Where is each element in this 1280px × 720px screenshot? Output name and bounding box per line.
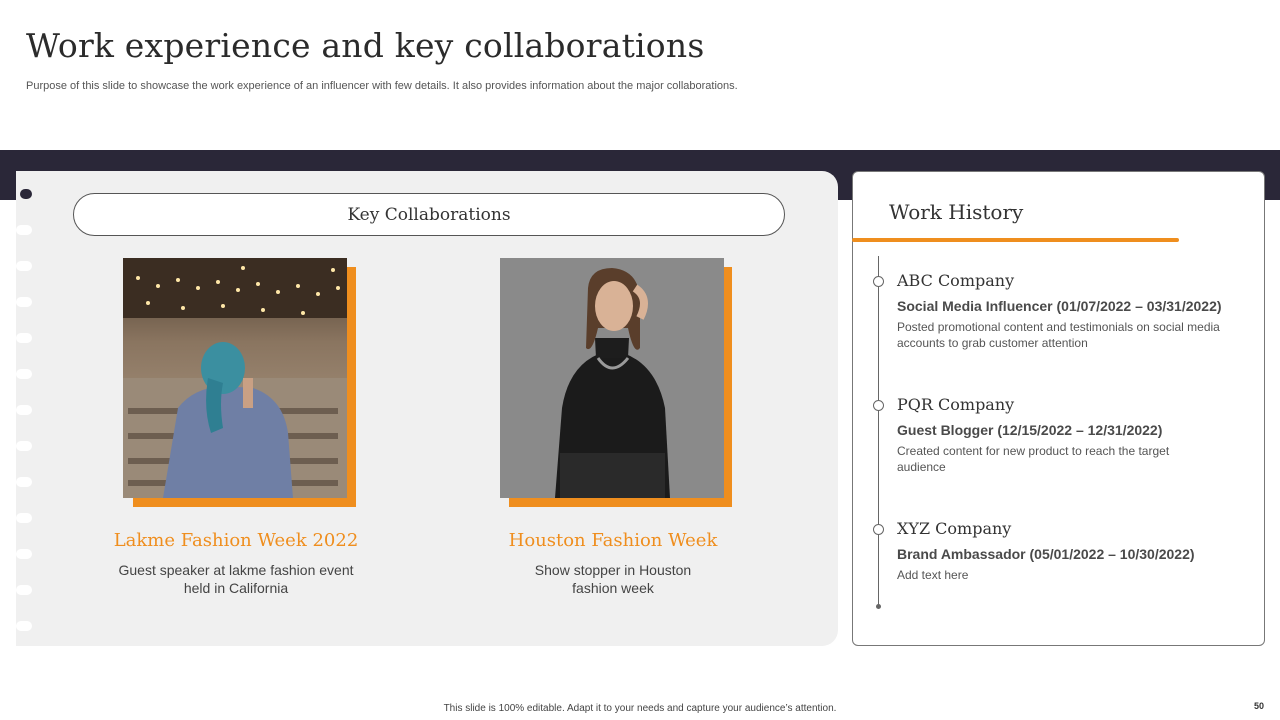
history-detail-1: Posted promotional content and testimoni… bbox=[897, 320, 1220, 350]
history-company-2: PQR Company bbox=[897, 395, 1015, 414]
page-title: Work experience and key collaborations bbox=[26, 26, 705, 65]
page-number: 50 bbox=[1253, 701, 1264, 711]
footer-note: This slide is 100% editable. Adapt it to… bbox=[443, 703, 837, 714]
binder-ring-icon bbox=[20, 189, 32, 199]
timeline-dot-icon bbox=[873, 524, 884, 535]
binder-ring-icon bbox=[16, 441, 32, 451]
binder-ring-icon bbox=[16, 585, 32, 595]
binder-ring-icon bbox=[16, 297, 32, 307]
timeline-dot-icon bbox=[873, 276, 884, 287]
collab-description-2: Show stopper in Houston fashion week bbox=[534, 562, 692, 596]
speaker-photo bbox=[123, 258, 347, 498]
history-role-3: Brand Ambassador (05/01/2022 – 10/30/202… bbox=[897, 546, 1195, 562]
binder-ring-icon bbox=[16, 261, 32, 271]
timeline-end-dot bbox=[876, 604, 881, 609]
history-company-3: XYZ Company bbox=[897, 519, 1012, 538]
page-subtitle: Purpose of this slide to showcase the wo… bbox=[26, 80, 738, 92]
binder-ring-icon bbox=[16, 513, 32, 523]
key-collaborations-header: Key Collaborations bbox=[73, 193, 785, 236]
history-company-1: ABC Company bbox=[897, 271, 1015, 290]
history-detail-3: Add text here bbox=[897, 568, 969, 582]
work-history-title: Work History bbox=[889, 200, 1024, 224]
model-photo bbox=[500, 258, 724, 498]
collab-description-1: Guest speaker at lakme fashion event hel… bbox=[118, 562, 354, 596]
binder-ring-icon bbox=[16, 369, 32, 379]
binder-ring-icon bbox=[16, 225, 32, 235]
timeline-dot-icon bbox=[873, 400, 884, 411]
history-detail-2: Created content for new product to reach… bbox=[897, 444, 1170, 474]
key-collaborations-label: Key Collaborations bbox=[347, 204, 511, 225]
timeline-line bbox=[878, 256, 879, 608]
binder-ring-icon bbox=[16, 549, 32, 559]
binder-ring-icon bbox=[16, 333, 32, 343]
collab-title-2: Houston Fashion Week bbox=[508, 530, 718, 551]
history-role-1: Social Media Influencer (01/07/2022 – 03… bbox=[897, 298, 1222, 314]
history-role-2: Guest Blogger (12/15/2022 – 12/31/2022) bbox=[897, 422, 1163, 438]
work-history-underline bbox=[852, 238, 1179, 242]
binder-ring-icon bbox=[16, 405, 32, 415]
collab-title-1: Lakme Fashion Week 2022 bbox=[113, 530, 359, 551]
binder-ring-icon bbox=[16, 621, 32, 631]
binder-ring-icon bbox=[16, 477, 32, 487]
